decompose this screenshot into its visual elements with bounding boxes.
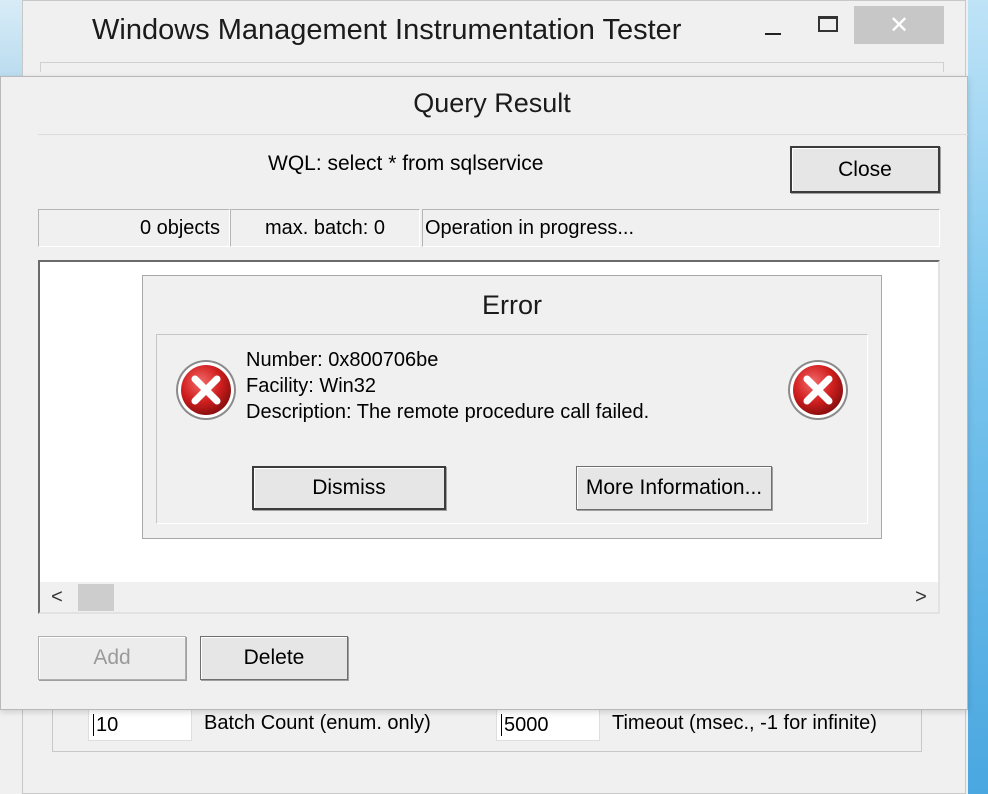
error-x-icon xyxy=(176,360,236,420)
operation-status: Operation in progress... xyxy=(422,209,940,247)
maximize-icon[interactable] xyxy=(818,16,838,32)
timeout-value: 5000 xyxy=(504,713,549,736)
scroll-left-arrow-icon[interactable]: < xyxy=(44,584,70,610)
minimize-icon[interactable] xyxy=(765,18,783,46)
error-description: Description: The remote procedure call f… xyxy=(246,401,650,423)
error-x-icon xyxy=(788,360,848,420)
scrollbar-thumb[interactable] xyxy=(78,584,114,611)
batch-count-input[interactable]: 10 xyxy=(88,709,192,741)
timeout-label: Timeout (msec., -1 for infinite) xyxy=(612,712,877,734)
window-title: Windows Management Instrumentation Teste… xyxy=(92,14,682,46)
dialog-title: Query Result xyxy=(413,88,571,118)
close-button[interactable]: Close xyxy=(790,146,940,193)
batch-count-value: 10 xyxy=(96,713,119,736)
batch-count-label: Batch Count (enum. only) xyxy=(204,712,431,734)
horizontal-scrollbar[interactable] xyxy=(40,582,938,612)
desktop-background xyxy=(968,0,988,794)
main-group-frame xyxy=(40,62,944,72)
delete-button[interactable]: Delete xyxy=(200,636,348,680)
wql-query-text: WQL: select * from sqlservice xyxy=(268,152,544,175)
title-divider xyxy=(38,134,968,135)
close-icon[interactable]: ✕ xyxy=(854,6,944,44)
error-facility: Facility: Win32 xyxy=(246,375,377,397)
desktop-background xyxy=(0,0,22,80)
max-batch-status: max. batch: 0 xyxy=(230,209,420,247)
timeout-input[interactable]: 5000 xyxy=(496,709,600,741)
scroll-right-arrow-icon[interactable]: > xyxy=(908,584,934,610)
error-title: Error xyxy=(482,290,542,320)
dismiss-button[interactable]: Dismiss xyxy=(252,466,446,510)
objects-count-status: 0 objects xyxy=(38,209,230,247)
error-number: Number: 0x800706be xyxy=(246,349,439,371)
add-button[interactable]: Add xyxy=(38,636,186,680)
more-information-button[interactable]: More Information... xyxy=(576,466,772,510)
